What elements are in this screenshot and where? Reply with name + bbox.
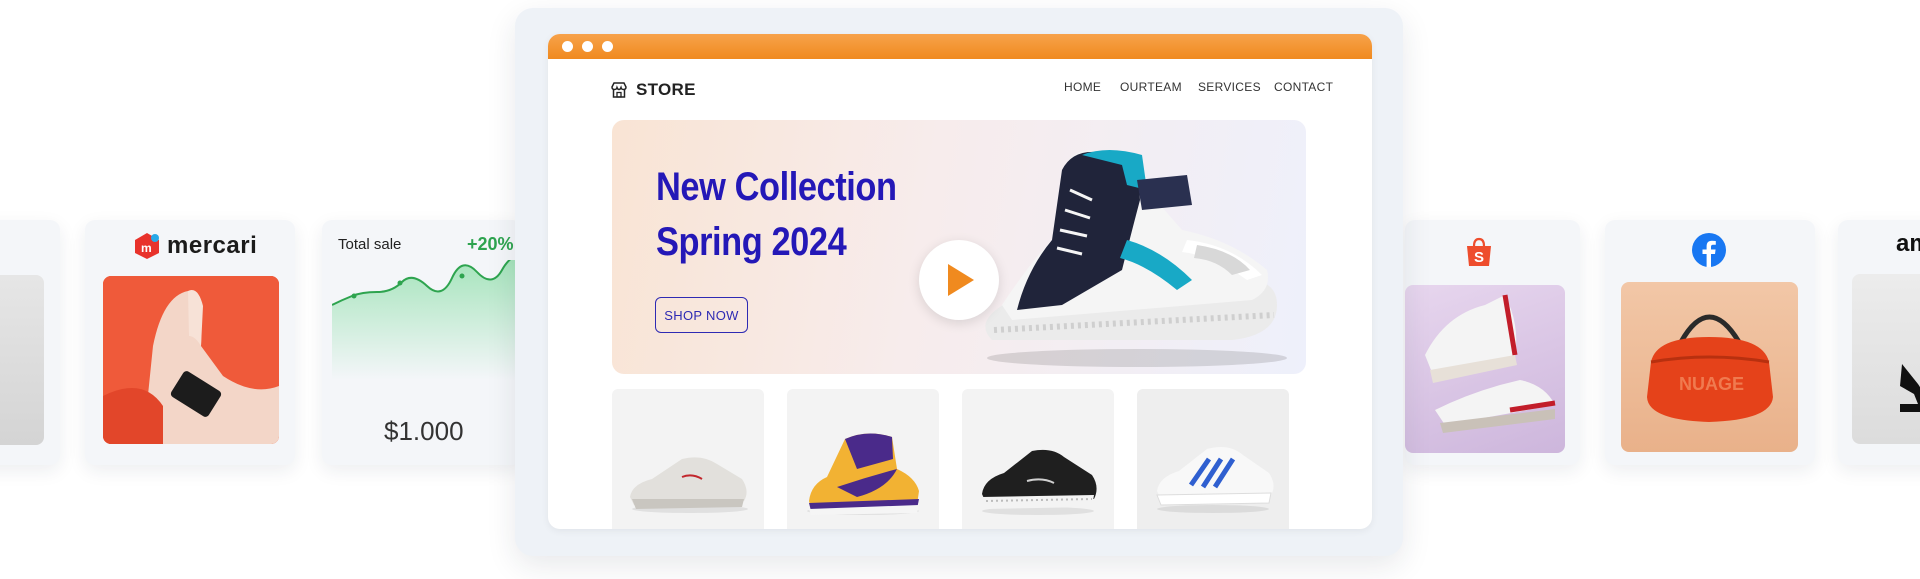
product-image (0, 275, 44, 445)
svg-text:S: S (1474, 249, 1484, 266)
play-video-button[interactable] (919, 240, 999, 320)
mercari-card[interactable]: m mercari (85, 220, 295, 465)
store-icon (611, 82, 627, 98)
window-dot-maximize[interactable] (602, 41, 613, 52)
play-icon (948, 264, 974, 296)
product-sneaker-image (1156, 447, 1274, 513)
window-dot-minimize[interactable] (582, 41, 593, 52)
nav-contact[interactable]: CONTACT (1274, 80, 1333, 94)
shopee-card[interactable]: S (1405, 220, 1580, 465)
product-sneaker-image (630, 457, 748, 513)
amazon-card[interactable]: am (1838, 220, 1920, 465)
sale-total-value: $1.000 (384, 416, 464, 446)
mercari-product-image (103, 276, 279, 444)
product-tile[interactable] (1137, 389, 1289, 529)
hero-sneaker-image (985, 150, 1287, 367)
shopee-bag-icon: S (1467, 237, 1491, 266)
hero-title-line1: New Collection (656, 165, 897, 209)
window-titlebar (548, 34, 1372, 59)
product-tile[interactable] (612, 389, 764, 529)
product-card-left[interactable] (0, 220, 60, 465)
amazon-brand-text: am (1896, 230, 1920, 257)
facebook-card[interactable]: NUAGE (1605, 220, 1815, 465)
product-tile[interactable] (962, 389, 1114, 529)
window-dot-close[interactable] (562, 41, 573, 52)
mercari-brand-text: mercari (167, 232, 258, 259)
hero-title: New Collection Spring 2024 (656, 160, 897, 270)
hero-banner: New Collection Spring 2024 SHOP NOW (612, 120, 1306, 374)
svg-text:m: m (141, 241, 152, 255)
total-sale-card[interactable]: Total sale +20% $1.000 (322, 220, 522, 465)
svg-text:NUAGE: NUAGE (1679, 374, 1744, 394)
product-sneaker-image (807, 433, 919, 515)
nav-services[interactable]: SERVICES (1198, 80, 1261, 94)
shop-now-button[interactable]: SHOP NOW (655, 297, 748, 333)
shopee-product-image (1405, 285, 1565, 453)
nav-home[interactable]: HOME (1064, 80, 1101, 94)
product-tile[interactable] (787, 389, 939, 529)
facebook-product-image: NUAGE (1621, 282, 1798, 452)
store-website-window: STORE HOME OURTEAM SERVICES CONTACT New … (548, 34, 1372, 529)
amazon-product-image (1852, 274, 1920, 444)
nav-ourteam[interactable]: OURTEAM (1120, 80, 1182, 94)
mercari-logo-icon: m (135, 233, 159, 259)
mercari-logo: m mercari (133, 232, 257, 260)
store-logo-text: STORE (636, 80, 696, 99)
sale-trend-chart (332, 260, 522, 380)
store-logo[interactable]: STORE (610, 80, 696, 100)
sale-change: +20% (467, 234, 514, 254)
sale-label: Total sale (338, 236, 402, 253)
facebook-icon (1692, 233, 1726, 267)
product-sneaker-image (982, 449, 1097, 515)
hero-title-line2: Spring 2024 (656, 220, 847, 264)
